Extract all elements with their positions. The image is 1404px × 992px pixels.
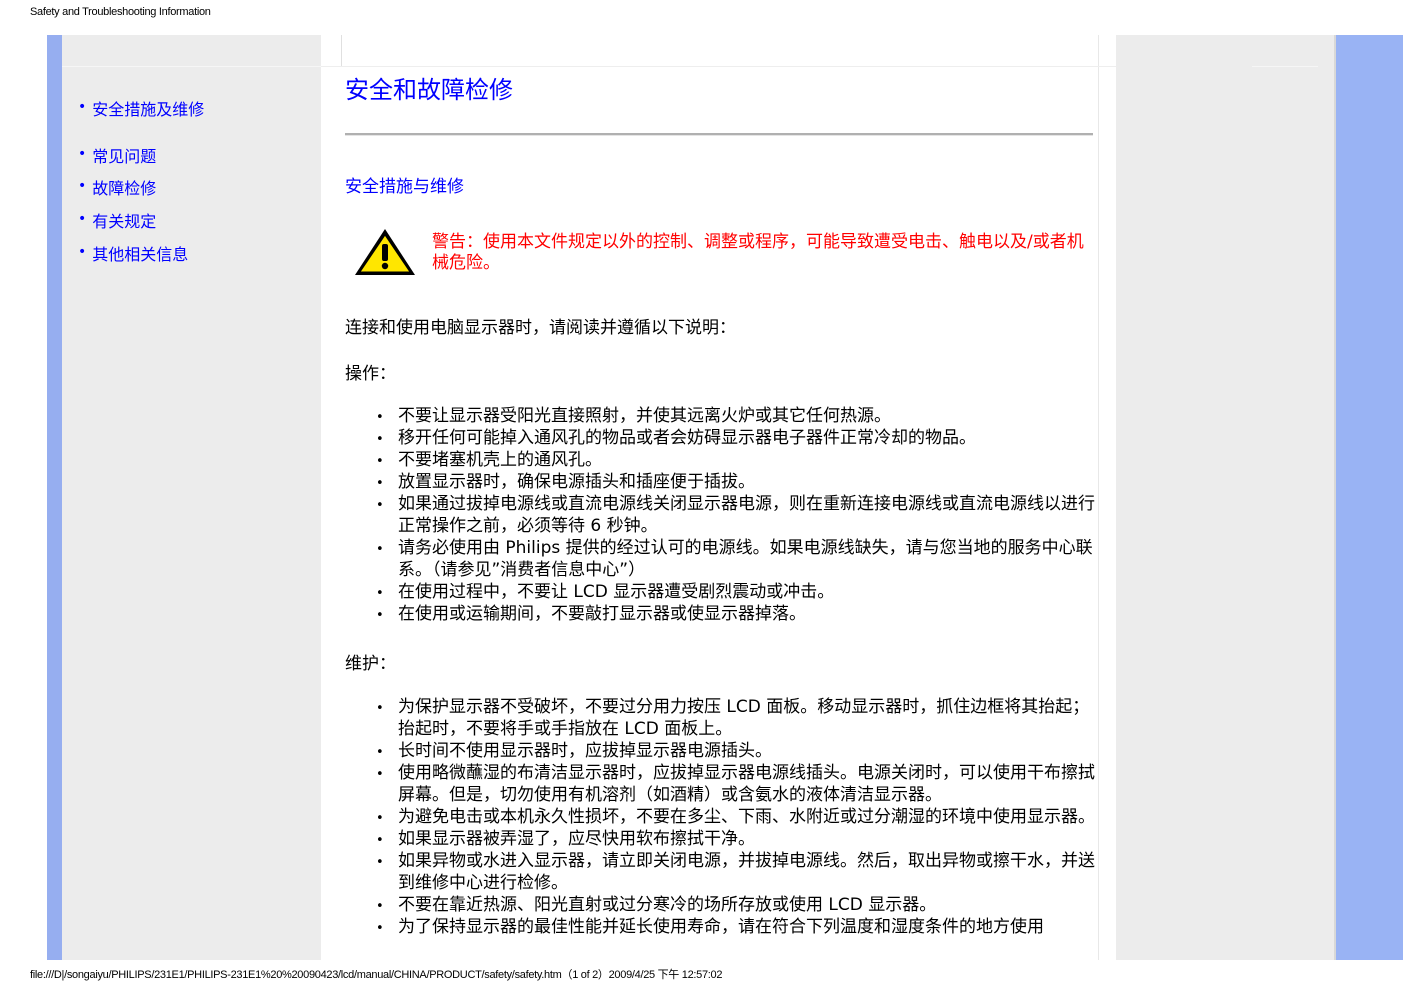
list-item: 长时间不使用显示器时，应拔掉显示器电源插头。 (376, 740, 1096, 764)
list-item: 为保护显示器不受破坏，不要过分用力按压 LCD 面板。移动显示器时，抓住边框将其… (376, 696, 1096, 740)
warning-icon (355, 229, 415, 275)
sidebar-top-cell (62, 35, 321, 67)
sidebar-item-label[interactable]: 其他相关信息 (92, 245, 188, 264)
list-item: 如果通过拔掉电源线或直流电源线关闭显示器电源，则在重新连接电源线或直流电源线以进… (376, 493, 1096, 537)
content-right-divider (1098, 35, 1099, 960)
intro-text: 连接和使用电脑显示器时，请阅读并遵循以下说明： (345, 318, 736, 338)
sidebar-item-label[interactable]: 安全措施及维修 (92, 100, 204, 119)
page-footer: file:///D|/songaiyu/PHILIPS/231E1/PHILIP… (30, 969, 723, 981)
list-item: 使用略微蘸湿的布清洁显示器时，应拔掉显示器电源线插头。电源关闭时，可以使用干布擦… (376, 762, 1096, 806)
sidebar-item-safety[interactable]: • 安全措施及维修 (78, 96, 204, 120)
warning-text: 警告：使用本文件规定以外的控制、调整或程序，可能导致遭受电击、触电以及/或者机械… (432, 232, 1084, 273)
bullet-icon: • (78, 99, 87, 115)
sidebar-item-label[interactable]: 常见问题 (92, 147, 156, 166)
sidebar-item-regulatory[interactable]: • 有关规定 (78, 208, 156, 232)
sidebar-item-label[interactable]: 有关规定 (92, 212, 156, 231)
operation-list: 不要让显示器受阳光直接照射，并使其远离火炉或其它任何热源。 移开任何可能掉入通风… (376, 405, 1096, 627)
operation-heading: 操作： (345, 364, 396, 384)
list-item: 请务必使用由 Philips 提供的经过认可的电源线。如果电源线缺失，请与您当地… (376, 537, 1096, 581)
list-item: 如果显示器被弄湿了，应尽快用软布擦拭干净。 (376, 828, 1096, 852)
right-panel-divider (1252, 66, 1318, 67)
list-item: 移开任何可能掉入通风孔的物品或者会妨碍显示器电子器件正常冷却的物品。 (376, 427, 1096, 451)
maintenance-heading: 维护： (345, 654, 396, 674)
bullet-icon: • (78, 244, 87, 260)
section-title: 安全措施与维修 (345, 177, 464, 197)
list-item: 为了保持显示器的最佳性能并延长使用寿命，请在符合下列温度和湿度条件的地方使用 (376, 916, 1096, 938)
page-header: Safety and Troubleshooting Information (30, 6, 211, 18)
sidebar-item-label[interactable]: 故障检修 (92, 179, 156, 198)
list-item: 不要让显示器受阳光直接照射，并使其远离火炉或其它任何热源。 (376, 405, 1096, 429)
bullet-icon: • (78, 178, 87, 194)
list-item: 为避免电击或本机永久性损坏，不要在多尘、下雨、水附近或过分潮湿的环境中使用显示器… (376, 806, 1096, 830)
list-item: 在使用或运输期间，不要敲打显示器或使显示器掉落。 (376, 603, 1096, 627)
list-item: 放置显示器时，确保电源插头和插座便于插拔。 (376, 471, 1096, 495)
right-panel (1116, 35, 1335, 960)
sidebar-item-other-info[interactable]: • 其他相关信息 (78, 241, 188, 265)
maintenance-list: 为保护显示器不受破坏，不要过分用力按压 LCD 面板。移动显示器时，抓住边框将其… (376, 696, 1096, 938)
list-item: 不要在靠近热源、阳光直射或过分寒冷的场所存放或使用 LCD 显示器。 (376, 894, 1096, 918)
title-divider (345, 133, 1093, 136)
page-title: 安全和故障检修 (345, 76, 513, 104)
right-panel-edge (1334, 35, 1336, 960)
sidebar-item-troubleshooting[interactable]: • 故障检修 (78, 175, 156, 199)
content-top-divider (321, 66, 1116, 67)
content-divider (341, 35, 342, 66)
sidebar-item-faq[interactable]: • 常见问题 (78, 143, 156, 167)
left-border-strip (47, 35, 62, 960)
list-item: 不要堵塞机壳上的通风孔。 (376, 449, 1096, 473)
sidebar (62, 35, 321, 960)
list-item: 如果异物或水进入显示器，请立即关闭电源，并拔掉电源线。然后，取出异物或擦干水，并… (376, 850, 1096, 894)
bullet-icon: • (78, 211, 87, 227)
list-item: 在使用过程中，不要让 LCD 显示器遭受剧烈震动或冲击。 (376, 581, 1096, 605)
bullet-icon: • (78, 146, 87, 162)
